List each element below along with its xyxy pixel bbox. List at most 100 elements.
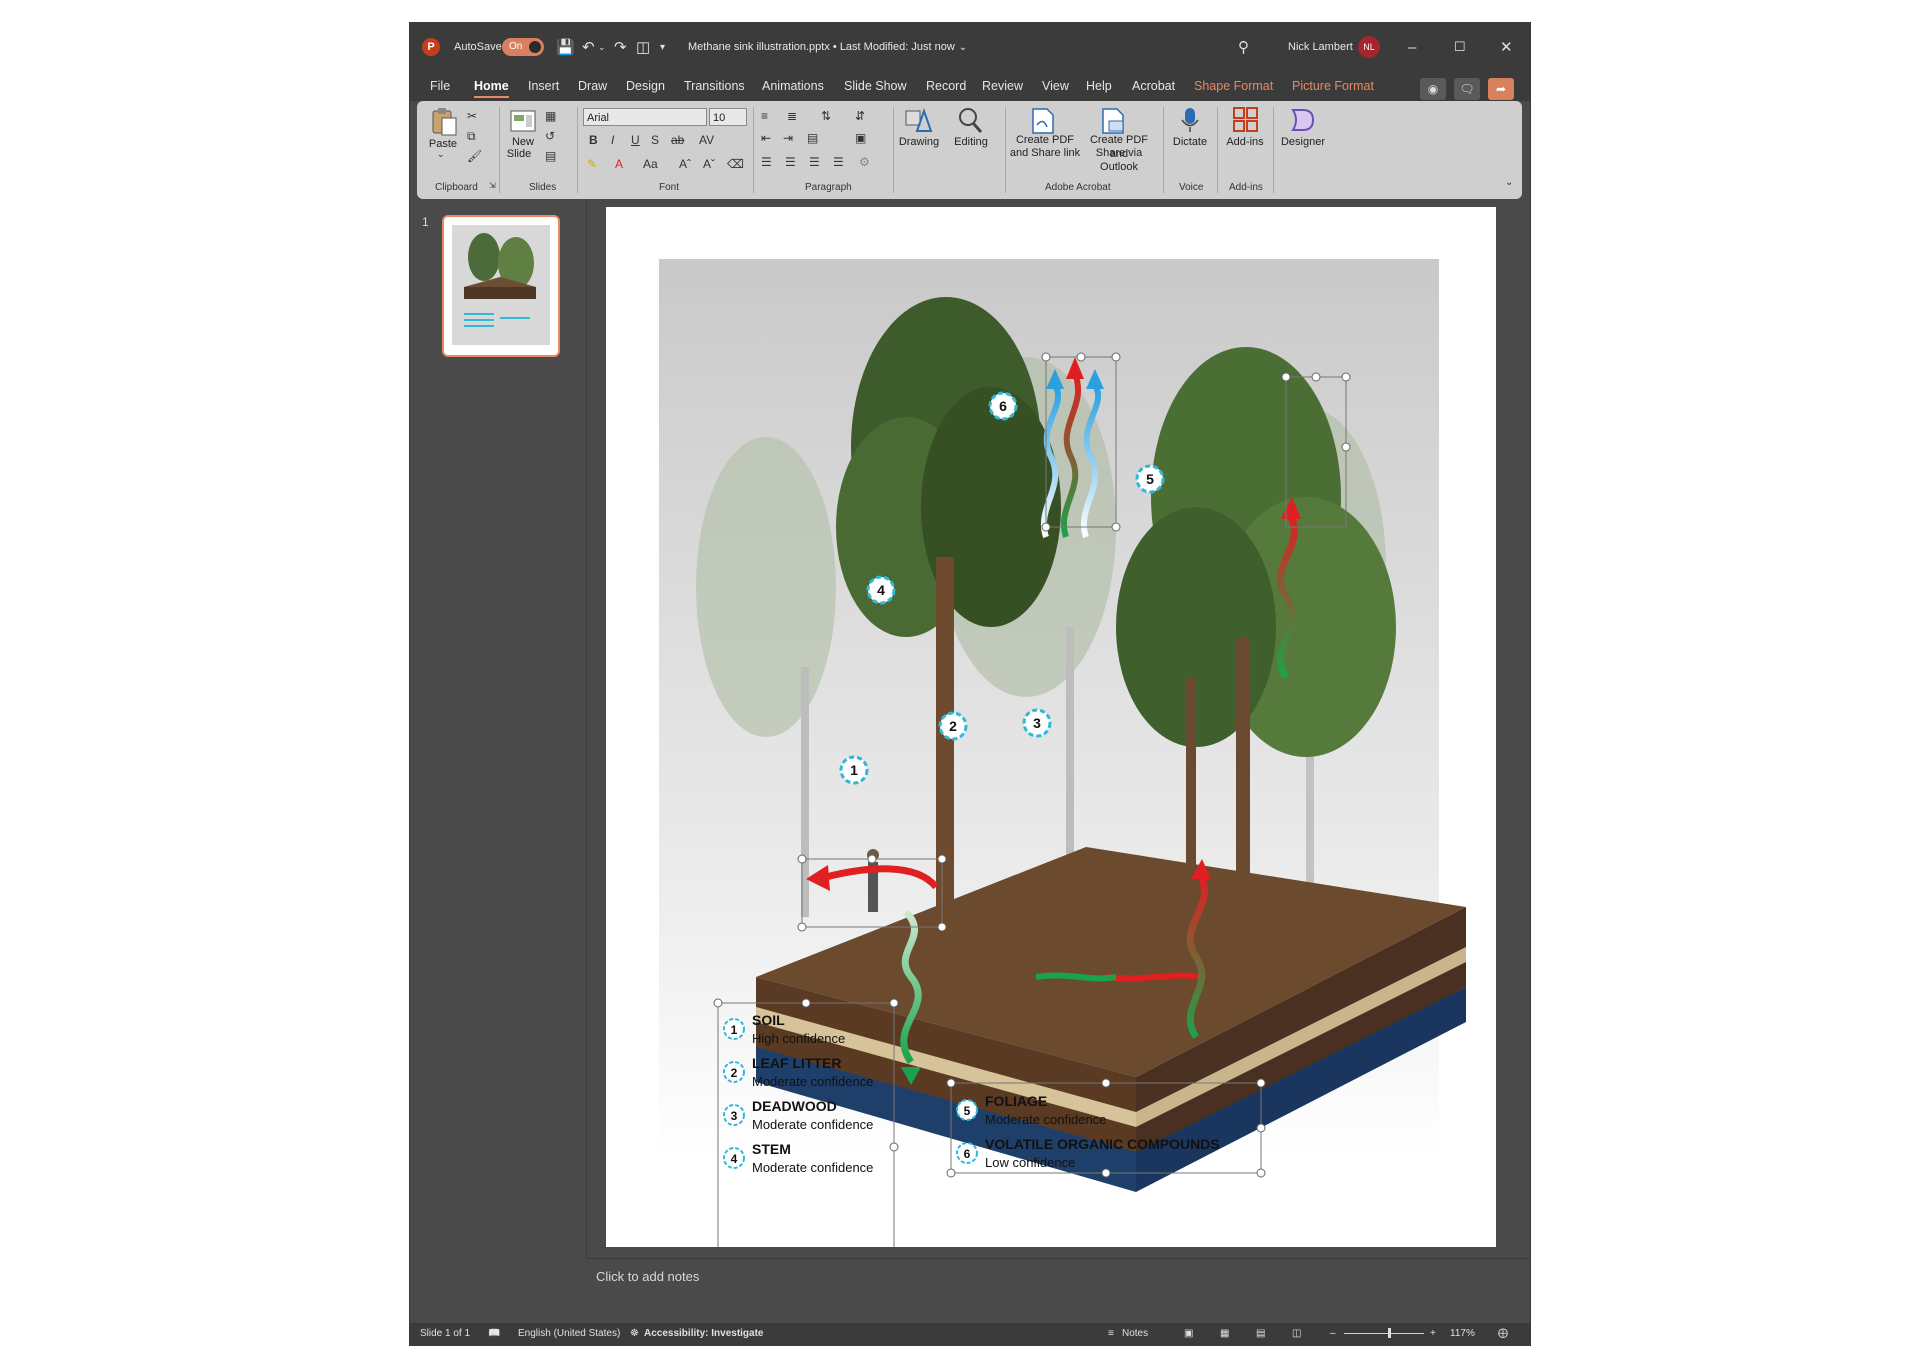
resize-handle[interactable]	[1311, 372, 1321, 382]
paste-icon[interactable]	[429, 107, 459, 136]
resize-handle[interactable]	[1281, 372, 1291, 382]
italic-icon[interactable]: I	[611, 133, 614, 147]
slide-sorter-icon[interactable]: ▦	[1220, 1328, 1229, 1339]
resize-handle[interactable]	[867, 854, 877, 864]
marker-4[interactable]: 4	[866, 575, 896, 605]
create-pdf-label-2[interactable]: and Share link	[1007, 146, 1083, 160]
notes-toggle[interactable]: Notes	[1122, 1328, 1148, 1339]
resize-handle[interactable]	[1256, 1168, 1266, 1178]
marker-3[interactable]: 3	[1022, 708, 1052, 738]
tab-file[interactable]: File	[430, 79, 450, 93]
justify-icon[interactable]: ☰	[833, 155, 844, 169]
addins-icon[interactable]	[1231, 105, 1261, 133]
resize-handle[interactable]	[889, 998, 899, 1008]
line-spacing-icon[interactable]: ⇅	[821, 109, 831, 123]
resize-handle[interactable]	[946, 1168, 956, 1178]
create-outlook-label-2[interactable]: Share via Outlook	[1081, 146, 1157, 174]
bold-icon[interactable]: B	[589, 133, 598, 147]
fit-to-window-icon[interactable]: ⨁	[1498, 1328, 1508, 1339]
decrease-font-icon[interactable]: Aˇ	[703, 157, 715, 171]
document-title[interactable]: Methane sink illustration.pptx • Last Mo…	[688, 23, 967, 71]
resize-handle[interactable]	[1076, 352, 1086, 362]
slide-canvas[interactable]: 1 2 3 4 5 6 1 SOIL High confidence 2 LEAF LITTER M…	[606, 207, 1496, 1247]
slideshow-icon[interactable]: ◫	[1292, 1328, 1301, 1339]
dialog-launcher-icon[interactable]: ⇲	[489, 181, 496, 190]
increase-indent-icon[interactable]: ⇥	[783, 131, 793, 145]
close-icon[interactable]: ✕	[1500, 23, 1513, 71]
forest-illustration-picture[interactable]: 1 2 3 4 5 6 1 SOIL High confidence 2 LEAF LITTER M…	[606, 207, 1496, 1247]
spelling-icon[interactable]: 📖	[488, 1328, 500, 1339]
drawing-button[interactable]: Drawing	[893, 135, 945, 149]
tab-shape-format[interactable]: Shape Format	[1194, 79, 1273, 93]
resize-handle[interactable]	[1111, 352, 1121, 362]
notes-icon[interactable]: ≡	[1108, 1328, 1114, 1339]
resize-handle[interactable]	[1041, 522, 1051, 532]
editing-button[interactable]: Editing	[947, 135, 995, 149]
dictate-button[interactable]: Dictate	[1167, 135, 1213, 149]
tab-help[interactable]: Help	[1086, 79, 1112, 93]
user-name[interactable]: Nick Lambert	[1288, 23, 1353, 71]
zoom-slider[interactable]	[1344, 1328, 1424, 1338]
editing-icon[interactable]	[955, 105, 985, 133]
numbering-icon[interactable]: ≣	[787, 109, 797, 123]
tab-view[interactable]: View	[1042, 79, 1069, 93]
resize-handle[interactable]	[1101, 1078, 1111, 1088]
highlight-icon[interactable]: ✎	[587, 157, 597, 171]
normal-view-icon[interactable]: ▣	[1184, 1328, 1193, 1339]
tab-home[interactable]: Home	[474, 79, 509, 98]
marker-2[interactable]: 2	[938, 711, 968, 741]
reset-icon[interactable]: ↺	[545, 129, 555, 143]
new-slide-icon[interactable]	[509, 107, 539, 135]
tab-transitions[interactable]: Transitions	[684, 79, 745, 93]
tab-insert[interactable]: Insert	[528, 79, 559, 93]
copy-icon[interactable]: ⧉	[467, 129, 476, 144]
tab-picture-format[interactable]: Picture Format	[1292, 79, 1374, 93]
resize-handle[interactable]	[1111, 522, 1121, 532]
resize-handle[interactable]	[797, 922, 807, 932]
comments-button[interactable]: 🗨	[1454, 78, 1480, 100]
shadow-icon[interactable]: S	[651, 133, 659, 147]
clear-format-icon[interactable]: ⌫	[727, 157, 744, 171]
customize-toolbar-icon[interactable]: ▾	[660, 23, 665, 71]
tab-design[interactable]: Design	[626, 79, 665, 93]
resize-handle[interactable]	[797, 854, 807, 864]
redo-icon[interactable]: ↷	[614, 23, 627, 71]
tab-record[interactable]: Record	[926, 79, 966, 93]
zoom-in-icon[interactable]: +	[1430, 1328, 1436, 1339]
resize-handle[interactable]	[946, 1078, 956, 1088]
strikethrough-icon[interactable]: ab	[671, 133, 684, 147]
minimize-icon[interactable]: –	[1408, 23, 1416, 71]
resize-handle[interactable]	[889, 1142, 899, 1152]
align-left-icon[interactable]: ☰	[761, 155, 772, 169]
resize-handle[interactable]	[1341, 372, 1351, 382]
new-slide-label-2[interactable]: Slide	[501, 147, 537, 161]
record-button[interactable]: ◉	[1420, 78, 1446, 100]
decrease-indent-icon[interactable]: ⇤	[761, 131, 771, 145]
reading-view-icon[interactable]: ▤	[1256, 1328, 1265, 1339]
create-pdf-label-1[interactable]: Create PDF	[1007, 133, 1083, 147]
designer-icon[interactable]	[1287, 105, 1317, 133]
avatar[interactable]: NL	[1358, 23, 1380, 71]
resize-handle[interactable]	[1256, 1078, 1266, 1088]
resize-handle[interactable]	[801, 998, 811, 1008]
layout-icon[interactable]: ▦	[545, 109, 556, 123]
zoom-out-icon[interactable]: –	[1330, 1328, 1336, 1339]
share-outlook-icon[interactable]	[1097, 107, 1127, 135]
change-case-icon[interactable]: Aa	[643, 157, 658, 171]
tab-acrobat[interactable]: Acrobat	[1132, 79, 1175, 93]
tab-animations[interactable]: Animations	[762, 79, 824, 93]
resize-handle[interactable]	[1256, 1123, 1266, 1133]
columns-icon[interactable]: ▤	[807, 131, 818, 145]
addins-button[interactable]: Add-ins	[1221, 135, 1269, 149]
resize-handle[interactable]	[937, 854, 947, 864]
paste-dropdown-icon[interactable]: ⌄	[437, 149, 445, 160]
resize-handle[interactable]	[1101, 1168, 1111, 1178]
present-icon[interactable]: ◫	[636, 23, 650, 71]
microphone-icon[interactable]	[1175, 105, 1205, 133]
zoom-slider-thumb[interactable]	[1388, 1328, 1391, 1338]
align-center-icon[interactable]: ☰	[785, 155, 796, 169]
increase-font-icon[interactable]: Aˆ	[679, 157, 691, 171]
font-color-icon[interactable]: A	[615, 157, 623, 171]
language-indicator[interactable]: English (United States)	[518, 1328, 620, 1339]
align-right-icon[interactable]: ☰	[809, 155, 820, 169]
